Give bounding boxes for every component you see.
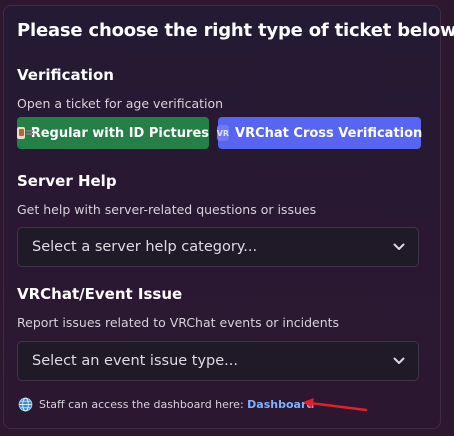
vr-icon: VR — [216, 125, 230, 141]
regular-id-button-label: Regular with ID Pictures — [30, 125, 209, 141]
globe-icon — [18, 397, 33, 412]
red-arrow-icon — [303, 398, 368, 412]
server-help-select[interactable]: Select a server help category... — [17, 227, 419, 267]
dashboard-footer: Staff can access the dashboard here: Das… — [18, 397, 314, 412]
event-issue-description: Report issues related to VRChat events o… — [17, 315, 340, 330]
event-issue-heading: VRChat/Event Issue — [17, 285, 183, 303]
verification-description: Open a ticket for age verification — [17, 96, 224, 111]
server-help-description: Get help with server-related questions o… — [17, 202, 317, 217]
footer-text: Staff can access the dashboard here: Das… — [39, 398, 315, 411]
chevron-down-icon — [393, 357, 405, 364]
id-card-icon — [17, 127, 33, 139]
event-issue-select[interactable]: Select an event issue type... — [17, 341, 419, 381]
chevron-down-icon — [393, 243, 405, 250]
server-help-heading: Server Help — [17, 172, 117, 190]
panel-title: Please choose the right type of ticket b… — [17, 20, 454, 41]
event-issue-select-placeholder: Select an event issue type... — [32, 353, 239, 369]
vrchat-cross-verification-button-label: VRChat Cross Verification — [235, 125, 423, 141]
server-help-select-placeholder: Select a server help category... — [32, 239, 258, 255]
regular-id-button[interactable]: Regular with ID Pictures — [17, 117, 209, 149]
vrchat-cross-verification-button[interactable]: VR VRChat Cross Verification — [216, 117, 423, 149]
verification-heading: Verification — [17, 66, 114, 84]
